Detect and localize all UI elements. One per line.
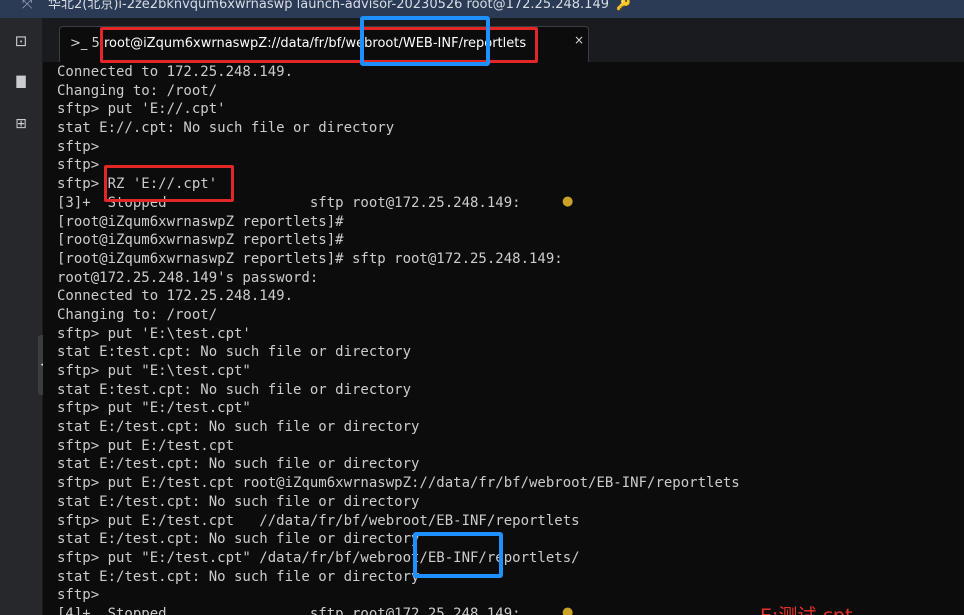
terminal-line: stat E:/test.cpt: No such file or direct… xyxy=(57,531,420,548)
window-title-bar: ⤧ 华北2(北京)i-2ze2bknvqum6xwrnaswp launch-a… xyxy=(0,0,964,18)
terminal-line: Changing to: /root/ xyxy=(57,306,218,323)
terminal-line: [3]+ Stopped sftp root@172.25.248.149: xyxy=(57,194,521,211)
terminal-line: [root@iZqum6xwrnaswpZ reportlets]# xyxy=(57,232,344,249)
file-icon[interactable]: ▇ xyxy=(16,74,25,88)
terminal-icon[interactable]: ⊡ xyxy=(15,32,28,50)
terminal-line: sftp> put E:/test.cpt xyxy=(57,437,235,454)
close-icon[interactable]: × xyxy=(574,33,584,47)
terminal-line: sftp> xyxy=(57,138,100,155)
terminal-line: sftp> xyxy=(57,587,100,604)
terminal-line: stat E:/test.cpt: No such file or direct… xyxy=(57,568,420,585)
terminal-line: root@172.25.248.149's password: xyxy=(57,269,319,286)
terminal-line: [root@iZqum6xwrnaswpZ reportlets]# xyxy=(57,213,344,230)
terminal-prompt-icon: >_ 5. xyxy=(70,36,104,51)
terminal-line: sftp> put 'E:\test.cpt' xyxy=(57,325,251,342)
annotation-note: E:测试.cpt xyxy=(760,601,852,615)
key-icon: 🔑 xyxy=(616,0,631,11)
terminal-line: stat E:test.cpt: No such file or directo… xyxy=(57,344,412,361)
terminal-line: Connected to 172.25.248.149. xyxy=(57,288,294,305)
terminal-line: Changing to: /root/ xyxy=(57,82,218,99)
terminal-line: Connected to 172.25.248.149. xyxy=(57,64,294,80)
terminal-output[interactable]: Connected to 172.25.248.149. Changing to:… xyxy=(43,62,964,615)
lightbulb-icon: ● xyxy=(562,194,574,209)
expand-icon[interactable]: ⤧ xyxy=(22,0,32,12)
terminal-line: stat E:/test.cpt: No such file or direct… xyxy=(57,456,420,473)
terminal-line: sftp> put 'E://.cpt' xyxy=(57,101,226,118)
terminal-line: stat E://.cpt: No such file or directory xyxy=(57,120,395,137)
terminal-line: [4]+ Stopped sftp root@172.25.248.149: xyxy=(57,605,521,615)
terminal-line: stat E:/test.cpt: No such file or direct… xyxy=(57,493,420,510)
terminal-line: sftp> put "E:/test.cpt" /data/fr/bf/webr… xyxy=(57,549,580,566)
grid-icon[interactable]: ⊞ xyxy=(15,116,27,132)
terminal-line: sftp> put "E:\test.cpt" xyxy=(57,363,251,379)
sidebar: ⊡ ▇ ⊞ xyxy=(0,18,43,615)
terminal-lines: Connected to 172.25.248.149. Changing to:… xyxy=(57,63,740,615)
tab-label: root@iZqum6xwrnaswpZ://data/fr/bf/webroo… xyxy=(104,36,527,51)
terminal-tab[interactable]: >_ 5. root@iZqum6xwrnaswpZ://data/fr/bf/… xyxy=(59,26,589,63)
terminal-line: [root@iZqum6xwrnaswpZ reportlets]# sftp … xyxy=(57,250,563,267)
window-title: 华北2(北京)i-2ze2bknvqum6xwrnaswp launch-adv… xyxy=(48,0,609,12)
terminal-line: sftp> RZ 'E://.cpt' xyxy=(57,176,218,193)
terminal-line: sftp> xyxy=(57,157,100,174)
terminal-line: stat E:/test.cpt: No such file or direct… xyxy=(57,419,420,436)
terminal-line: sftp> put E:/test.cpt root@iZqum6xwrnasw… xyxy=(57,475,740,492)
terminal-line: stat E:test.cpt: No such file or directo… xyxy=(57,381,412,398)
lightbulb-icon: ● xyxy=(562,605,574,615)
tab-bar: >_ 5. root@iZqum6xwrnaswpZ://data/fr/bf/… xyxy=(43,18,964,63)
terminal-line: sftp> put "E:/test.cpt" xyxy=(57,400,251,417)
terminal-line: sftp> put E:/test.cpt //data/fr/bf/webro… xyxy=(57,512,580,529)
